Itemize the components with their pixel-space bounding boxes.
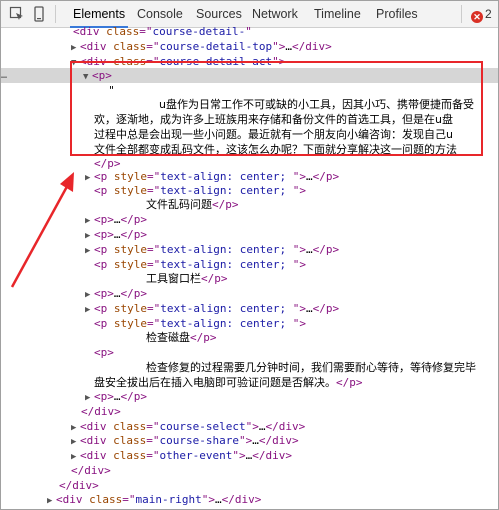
dom-text-caption: 工具窗口栏</p> xyxy=(146,272,228,285)
dom-node-p-centered[interactable]: <p style="text-align: center; "> xyxy=(1,316,498,331)
inspect-element-icon[interactable] xyxy=(9,6,25,22)
dom-node-course-detail-top[interactable]: ▶ <div class="course-detail-top">…</div> xyxy=(1,39,498,54)
selection-marker: … xyxy=(1,70,8,81)
toolbar-separator xyxy=(461,5,462,23)
dom-node-other-event[interactable]: ▶ <div class="other-event">…</div> xyxy=(1,448,498,463)
dom-node-course-share[interactable]: ▶ <div class="course-share">…</div> xyxy=(1,433,498,448)
dom-node-course-select[interactable]: ▶ <div class="course-select">…</div> xyxy=(1,419,498,434)
dom-node-p-centered[interactable]: ▶ <p style="text-align: center; ">…</p> xyxy=(1,301,498,316)
tab-profiles[interactable]: Profiles xyxy=(376,7,418,21)
dom-node-p[interactable]: <p> xyxy=(1,345,498,360)
error-count: 2 xyxy=(485,7,492,21)
dom-node-course-detail[interactable]: <div class="course-detail-" xyxy=(1,24,498,39)
dom-text-caption: 检查磁盘</p> xyxy=(146,331,217,344)
dom-node-p[interactable]: ▶ <p>…</p> xyxy=(1,389,498,404)
error-count-badge[interactable]: ✕ 2 xyxy=(471,7,492,23)
dom-text-caption: 文件乱码问题</p> xyxy=(146,198,239,211)
tab-elements[interactable]: Elements xyxy=(69,7,129,28)
dom-node-p-centered[interactable]: ▶ <p style="text-align: center; ">…</p> xyxy=(1,242,498,257)
dom-node-div-close[interactable]: </div> xyxy=(1,478,498,493)
annotation-highlight-box xyxy=(70,61,483,156)
tab-network[interactable]: Network xyxy=(252,7,298,21)
dom-node-p-centered[interactable]: <p style="text-align: center; "> xyxy=(1,257,498,272)
tab-sources[interactable]: Sources xyxy=(196,7,242,21)
dom-text-line: 检查修复的过程需要几分钟时间，我们需要耐心等待，等待修复完毕 xyxy=(146,361,476,374)
tab-timeline[interactable]: Timeline xyxy=(314,7,361,21)
expand-arrow-icon[interactable]: ▶ xyxy=(47,494,56,509)
toolbar-separator xyxy=(55,5,56,23)
dom-node-main-right[interactable]: ▶ <div class="main-right">…</div> xyxy=(1,492,498,509)
device-mode-icon[interactable] xyxy=(31,6,47,22)
dom-text-line: 盘安全拔出后在插入电脑即可验证问题是否解决。</p> xyxy=(94,376,363,389)
dom-node-div-close[interactable]: </div> xyxy=(1,463,498,478)
dom-node-p[interactable]: ▶ <p>…</p> xyxy=(1,227,498,242)
dom-node-p[interactable]: ▶ <p>…</p> xyxy=(1,286,498,301)
dom-node-p[interactable]: ▶ <p>…</p> xyxy=(1,212,498,227)
dom-node-p-centered[interactable]: ▶ <p style="text-align: center; ">…</p> xyxy=(1,169,498,184)
error-icon: ✕ xyxy=(471,11,483,23)
tab-console[interactable]: Console xyxy=(137,7,183,21)
dom-node-p-centered[interactable]: <p style="text-align: center; "> xyxy=(1,183,498,198)
dom-node-div-close[interactable]: </div> xyxy=(1,404,498,419)
